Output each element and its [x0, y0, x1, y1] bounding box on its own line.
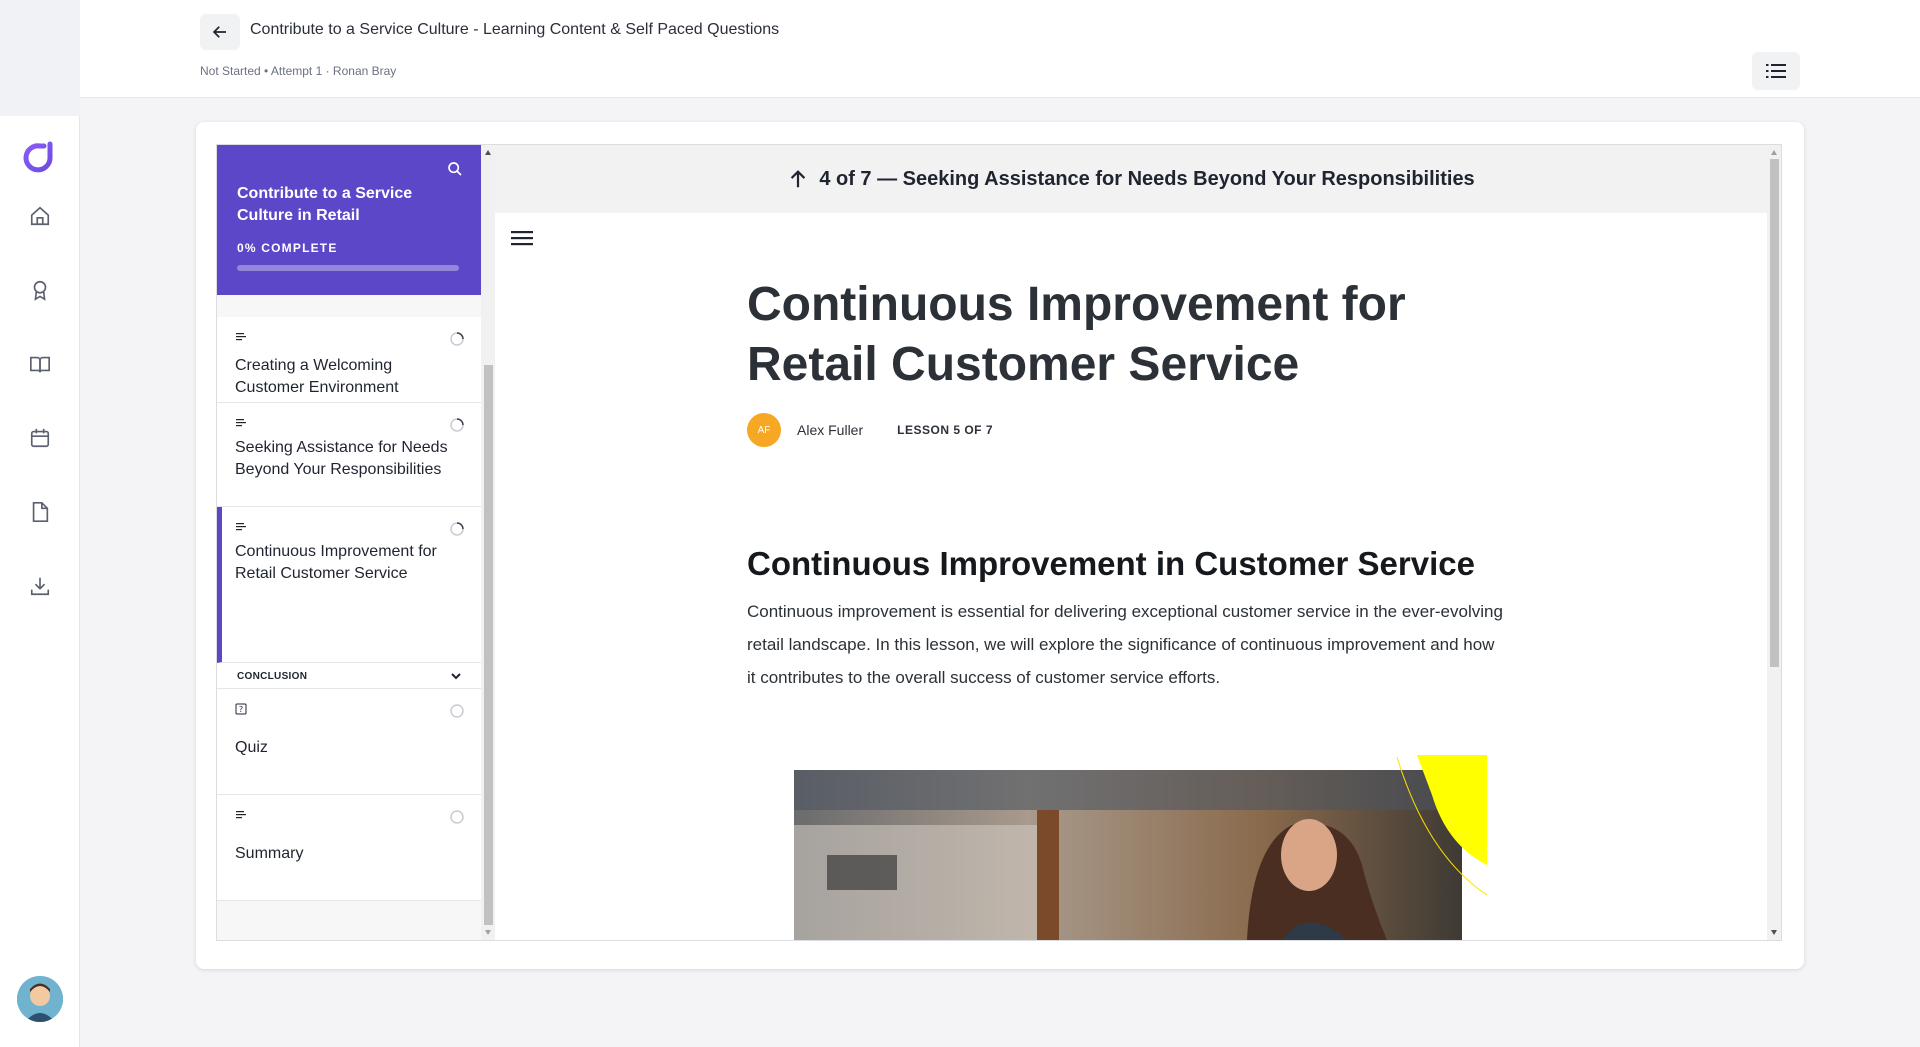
- text-lesson-icon: [236, 523, 246, 531]
- sidebar-scrollbar-thumb[interactable]: [484, 365, 493, 925]
- list-icon: [1766, 64, 1786, 78]
- table-of-contents-button[interactable]: [1752, 52, 1800, 90]
- arrow-left-icon: [212, 26, 226, 38]
- search-icon: [448, 162, 462, 176]
- rail-top-area: [0, 0, 80, 116]
- chevron-down-icon: [451, 673, 461, 680]
- app-logo-icon[interactable]: [22, 138, 58, 174]
- user-avatar[interactable]: [17, 976, 63, 1022]
- lesson-count: LESSON 5 OF 7: [897, 423, 993, 437]
- lesson-title: Continuous Improvement for Retail Custom…: [747, 278, 1406, 391]
- progress-bar: [237, 265, 459, 271]
- arrow-up-icon: [791, 170, 806, 188]
- course-title: Contribute to a Service Culture - Learni…: [250, 21, 780, 38]
- author-name: Alex Fuller: [797, 422, 864, 438]
- top-header: Contribute to a Service Culture - Learni…: [80, 0, 1920, 98]
- in-progress-icon: [450, 418, 464, 432]
- quiz-icon: ?: [235, 703, 247, 715]
- download-icon[interactable]: [26, 572, 54, 600]
- section-name: CONCLUSION: [237, 671, 308, 682]
- course-overview-header[interactable]: Contribute to a Service Culture in Retai…: [217, 145, 481, 295]
- search-button[interactable]: [443, 157, 467, 181]
- progress-label: 0% COMPLETE: [237, 241, 338, 255]
- calendar-icon[interactable]: [26, 424, 54, 452]
- lesson-item[interactable]: Summary: [217, 795, 481, 901]
- content-card: Contribute to a Service Culture in Retai…: [196, 122, 1804, 969]
- lesson-frame: Contribute to a Service Culture in Retai…: [216, 144, 1782, 941]
- award-icon[interactable]: [26, 276, 54, 304]
- content-scrollbar-thumb[interactable]: [1770, 159, 1779, 667]
- home-icon[interactable]: [26, 202, 54, 230]
- lesson-name: Quiz: [235, 739, 268, 756]
- in-progress-icon: [450, 522, 464, 536]
- attempt-meta: Not Started • Attempt 1 · Ronan Bray: [200, 64, 397, 78]
- lesson-item[interactable]: Seeking Assistance for Needs Beyond Your…: [217, 403, 481, 507]
- text-lesson-icon: [236, 811, 246, 819]
- book-icon[interactable]: [26, 350, 54, 378]
- scroll-down-arrow-icon[interactable]: [1770, 928, 1778, 936]
- previous-lesson-link[interactable]: 4 of 7 — Seeking Assistance for Needs Be…: [495, 145, 1767, 213]
- author-row: AF Alex Fuller LESSON 5 OF 7: [747, 413, 993, 447]
- author-avatar: AF: [747, 413, 781, 447]
- hero-image: [747, 755, 1507, 940]
- lesson-name: Seeking Assistance for Needs Beyond Your…: [235, 439, 448, 478]
- section-heading: Continuous Improvement in Customer Servi…: [747, 545, 1475, 582]
- lesson-name: Creating a Welcoming Customer Environmen…: [235, 357, 399, 396]
- lesson-item[interactable]: ? Quiz: [217, 689, 481, 795]
- lesson-menu-button[interactable]: [509, 225, 535, 251]
- lesson-item-active[interactable]: Continuous Improvement for Retail Custom…: [217, 507, 481, 663]
- intro-paragraph: Continuous improvement is essential for …: [747, 602, 1503, 687]
- scroll-up-arrow-icon[interactable]: [484, 149, 492, 157]
- back-button[interactable]: [200, 14, 240, 50]
- text-lesson-icon: [236, 333, 246, 341]
- svg-text:?: ?: [239, 705, 243, 714]
- lesson-name: Continuous Improvement for Retail Custom…: [235, 543, 437, 582]
- sidebar-scrollbar[interactable]: [481, 145, 495, 940]
- not-started-icon: [450, 810, 464, 824]
- document-icon[interactable]: [26, 498, 54, 526]
- lesson-name: Summary: [235, 845, 304, 862]
- not-started-icon: [450, 704, 464, 718]
- sidebar-course-title: Contribute to a Service Culture in Retai…: [237, 185, 413, 224]
- left-nav-rail: [0, 116, 80, 1047]
- hamburger-icon: [511, 231, 533, 246]
- scroll-up-arrow-icon[interactable]: [1770, 149, 1778, 157]
- previous-lesson-label: 4 of 7 — Seeking Assistance for Needs Be…: [819, 167, 1475, 190]
- in-progress-icon: [450, 332, 464, 346]
- lesson-sidebar: Contribute to a Service Culture in Retai…: [217, 145, 481, 940]
- lesson-item[interactable]: Creating a Welcoming Customer Environmen…: [217, 317, 481, 403]
- lesson-content: 4 of 7 — Seeking Assistance for Needs Be…: [495, 145, 1767, 940]
- section-header-conclusion[interactable]: CONCLUSION: [217, 663, 481, 689]
- text-lesson-icon: [236, 419, 246, 427]
- content-scrollbar[interactable]: [1767, 145, 1781, 940]
- scroll-down-arrow-icon[interactable]: [484, 928, 492, 936]
